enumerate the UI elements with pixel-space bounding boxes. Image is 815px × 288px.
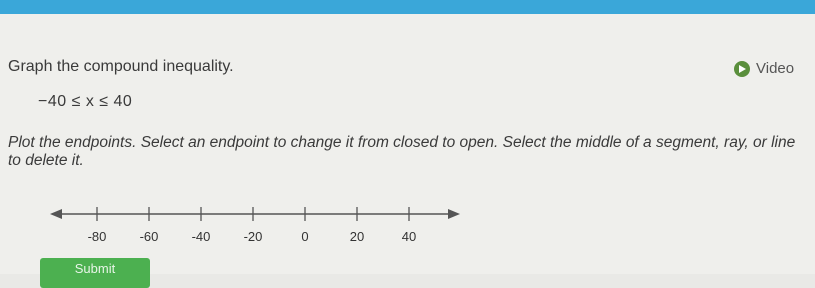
top-accent-bar	[0, 0, 815, 14]
tick-label: 40	[402, 229, 416, 244]
tick-label: -80	[88, 229, 107, 244]
tick-label: -20	[244, 229, 263, 244]
tick-label: 20	[350, 229, 364, 244]
right-arrow	[448, 209, 460, 219]
number-line[interactable]: -80 -60 -40 -20 0 20 40	[40, 186, 470, 256]
play-icon	[734, 60, 750, 77]
tick-label: 0	[301, 229, 308, 244]
tick-label: -60	[140, 229, 159, 244]
left-arrow	[50, 209, 62, 219]
inequality-expression: −40 ≤ x ≤ 40	[38, 93, 133, 110]
submit-button[interactable]: Submit	[40, 258, 150, 288]
tick-label: -40	[192, 229, 211, 244]
instructions-text: Plot the endpoints. Select an endpoint t…	[8, 134, 796, 169]
video-button[interactable]: Video	[734, 60, 794, 77]
video-label: Video	[756, 60, 795, 77]
question-prompt: Graph the compound inequality.	[8, 58, 234, 75]
